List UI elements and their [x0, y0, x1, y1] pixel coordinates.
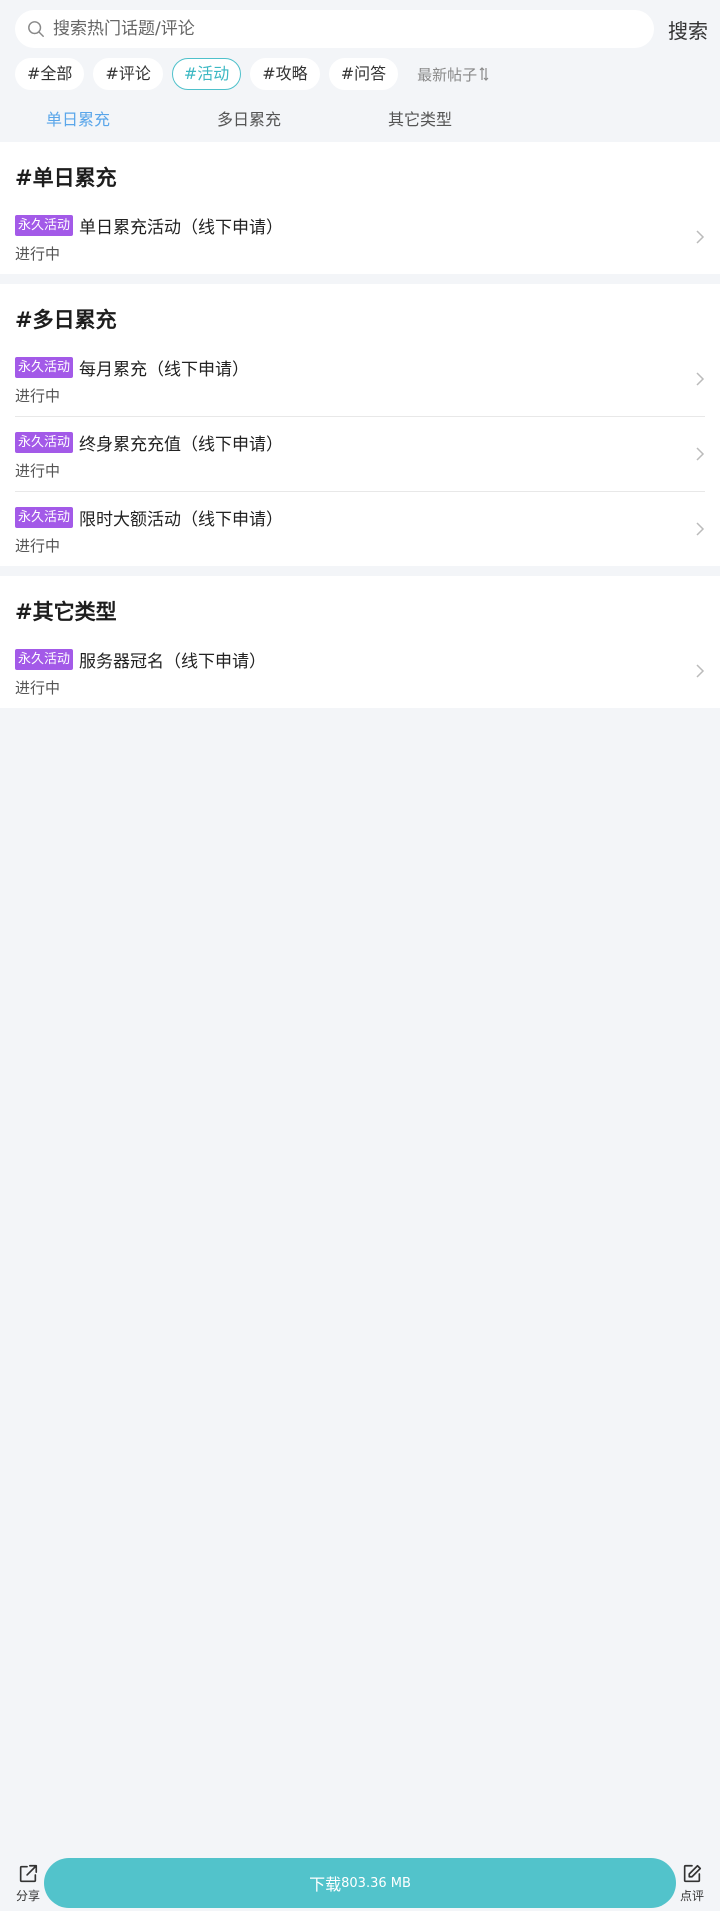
download-size: 803.36 MB: [341, 1875, 411, 1891]
item-status: 进行中: [15, 245, 61, 263]
permanent-badge: 永久活动: [15, 431, 74, 453]
download-button[interactable]: 下载 803.36 MB: [44, 1858, 676, 1908]
search-row: 搜索: [15, 10, 708, 48]
section-multi-day: #多日累充 永久活动 每月累充（线下申请） 进行中 永久活动 终身累充充值（线下…: [0, 284, 720, 566]
category-tabs: 单日累充 多日累充 其它类型: [0, 106, 720, 136]
permanent-badge: 永久活动: [15, 506, 74, 528]
top-bar: 搜索 #全部 #评论 #活动 #攻略 #问答 最新帖子 单日累充 多日累充 其它…: [0, 0, 720, 142]
share-button[interactable]: 分享: [8, 1863, 48, 1904]
list-item[interactable]: 永久活动 服务器冠名（线下申请） 进行中: [15, 634, 705, 708]
search-box[interactable]: [15, 10, 654, 48]
filter-chip-qa[interactable]: #问答: [328, 58, 399, 90]
item-status: 进行中: [15, 537, 61, 555]
permanent-badge: 永久活动: [15, 214, 74, 236]
bottom-bar: 分享 下载 803.36 MB 点评: [0, 1851, 720, 1911]
filter-chip-all[interactable]: #全部: [15, 58, 85, 90]
sort-arrows-icon: [479, 67, 489, 81]
section-title: #其它类型: [15, 600, 117, 624]
filter-chip-guide[interactable]: #攻略: [250, 58, 320, 90]
permanent-badge: 永久活动: [15, 356, 74, 378]
list-item[interactable]: 永久活动 单日累充活动（线下申请） 进行中: [15, 200, 705, 274]
item-title: 单日累充活动（线下申请）: [79, 217, 284, 238]
review-label: 点评: [679, 1889, 704, 1903]
tab-single-day[interactable]: 单日累充: [46, 106, 110, 130]
section-other: #其它类型 永久活动 服务器冠名（线下申请） 进行中: [0, 576, 720, 708]
item-title: 服务器冠名（线下申请）: [79, 651, 267, 672]
section-single-day: #单日累充 永久活动 单日累充活动（线下申请） 进行中: [0, 142, 720, 274]
filter-chip-activity[interactable]: #活动: [171, 58, 242, 90]
share-label: 分享: [15, 1889, 40, 1903]
item-status: 进行中: [15, 679, 61, 697]
tab-other[interactable]: 其它类型: [388, 106, 452, 130]
item-title: 限时大额活动（线下申请）: [79, 509, 284, 530]
item-status: 进行中: [15, 462, 61, 480]
chevron-right-icon: [696, 372, 705, 386]
edit-icon: [683, 1864, 702, 1883]
sort-label: 最新帖子: [417, 65, 478, 84]
activity-list: #单日累充 永久活动 单日累充活动（线下申请） 进行中 #多日累充 永久活动 每…: [0, 142, 720, 708]
review-button[interactable]: 点评: [672, 1863, 712, 1904]
section-title: #单日累充: [15, 166, 117, 190]
chevron-right-icon: [696, 664, 705, 678]
chevron-right-icon: [696, 230, 705, 244]
tab-multi-day[interactable]: 多日累充: [217, 106, 281, 130]
chevron-right-icon: [696, 522, 705, 536]
search-icon: [28, 21, 44, 37]
filter-chip-review[interactable]: #评论: [93, 58, 163, 90]
search-button[interactable]: 搜索: [664, 15, 708, 44]
section-title: #多日累充: [15, 308, 117, 332]
share-icon: [19, 1864, 38, 1883]
permanent-badge: 永久活动: [15, 648, 74, 670]
chevron-right-icon: [696, 447, 705, 461]
search-input[interactable]: [51, 18, 654, 40]
list-item[interactable]: 永久活动 终身累充充值（线下申请） 进行中: [15, 416, 705, 491]
download-label: 下载: [309, 1875, 342, 1894]
item-status: 进行中: [15, 387, 61, 405]
item-title: 终身累充充值（线下申请）: [79, 434, 284, 455]
filter-chips: #全部 #评论 #活动 #攻略 #问答 最新帖子: [15, 58, 489, 90]
sort-button[interactable]: 最新帖子: [417, 64, 489, 85]
list-item[interactable]: 永久活动 限时大额活动（线下申请） 进行中: [15, 491, 705, 566]
item-title: 每月累充（线下申请）: [79, 359, 250, 380]
list-item[interactable]: 永久活动 每月累充（线下申请） 进行中: [15, 342, 705, 416]
